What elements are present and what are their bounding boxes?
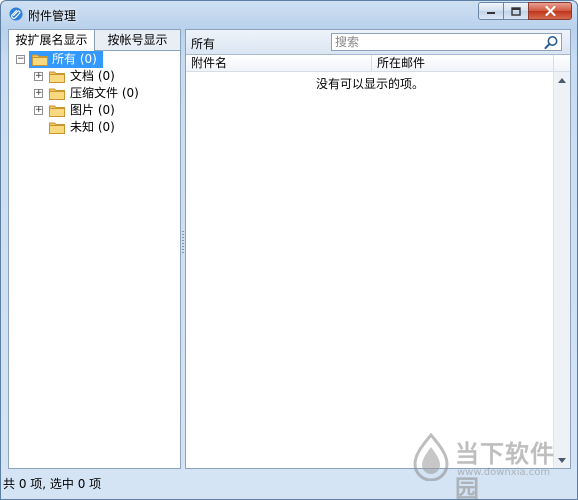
paperclip-icon [9, 7, 23, 21]
column-attachment-name[interactable]: 附件名 [186, 55, 372, 71]
watermark-url: www.downxia.com [457, 467, 551, 478]
client-area: 按扩展名显示 按帐号显示 − 所有 (0) + 文档 (0) + 压缩文件 (0… [8, 29, 571, 469]
column-source-mail[interactable]: 所在邮件 [372, 55, 554, 71]
vertical-scrollbar[interactable] [553, 72, 570, 468]
tree-item-label: 未知 (0) [70, 120, 115, 134]
chevron-up-icon [558, 77, 566, 83]
watermark: 当下软件园 www.downxia.com [411, 433, 571, 499]
scroll-up-button[interactable] [554, 72, 570, 88]
status-text: 共 0 项, 选中 0 项 [3, 477, 102, 491]
minimize-button[interactable] [478, 2, 504, 20]
folder-icon [49, 88, 65, 100]
search-icon[interactable] [544, 35, 559, 50]
maximize-icon [511, 6, 521, 16]
tree-item-all[interactable]: − 所有 (0) [9, 51, 180, 68]
tree-item-documents[interactable]: + 文档 (0) [9, 68, 180, 85]
category-tree: − 所有 (0) + 文档 (0) + 压缩文件 (0) + 图片 (0) 未知… [9, 51, 180, 136]
tree-item-label: 压缩文件 (0) [70, 86, 139, 100]
tab-by-account[interactable]: 按帐号显示 [95, 30, 180, 50]
tree-item-label: 文档 (0) [70, 69, 115, 83]
view-tabs: 按扩展名显示 按帐号显示 [9, 30, 180, 51]
folder-icon [49, 105, 65, 117]
folder-icon [49, 122, 65, 134]
watermark-logo-icon [413, 433, 449, 481]
close-icon [545, 6, 555, 16]
search-input[interactable] [332, 34, 543, 50]
search-box[interactable] [331, 33, 562, 51]
title-bar[interactable]: 附件管理 [1, 1, 577, 27]
splitter-grip[interactable] [182, 231, 184, 255]
attachment-list-pane: 所有 附件名 所在邮件 没有可以显示的项。 [185, 29, 571, 469]
category-pane: 按扩展名显示 按帐号显示 − 所有 (0) + 文档 (0) + 压缩文件 (0… [8, 29, 181, 469]
empty-list-message: 没有可以显示的项。 [315, 77, 424, 91]
close-button[interactable] [528, 2, 572, 20]
current-category-label: 所有 [191, 37, 216, 51]
column-header: 附件名 所在邮件 [186, 55, 570, 72]
tree-item-label: 所有 (0) [52, 52, 97, 66]
folder-icon [49, 71, 65, 83]
maximize-button[interactable] [503, 2, 529, 20]
folder-icon [32, 54, 48, 66]
expand-toggle[interactable]: + [34, 89, 43, 98]
tree-item-unknown[interactable]: 未知 (0) [9, 119, 180, 136]
expand-toggle[interactable]: + [34, 72, 43, 81]
tree-item-label: 图片 (0) [70, 103, 115, 117]
collapse-toggle[interactable]: − [16, 55, 25, 64]
tree-item-archives[interactable]: + 压缩文件 (0) [9, 85, 180, 102]
column-extra[interactable] [554, 55, 570, 71]
tree-item-images[interactable]: + 图片 (0) [9, 102, 180, 119]
attachment-manager-window: 附件管理 按扩展名显示 按帐号显示 − 所有 (0) + 文档 (0) + 压缩… [0, 0, 578, 500]
list-header-bar: 所有 [186, 30, 570, 55]
expand-toggle[interactable]: + [34, 106, 43, 115]
minimize-icon [487, 12, 495, 14]
tab-by-extension[interactable]: 按扩展名显示 [9, 30, 95, 51]
window-title: 附件管理 [28, 9, 77, 23]
